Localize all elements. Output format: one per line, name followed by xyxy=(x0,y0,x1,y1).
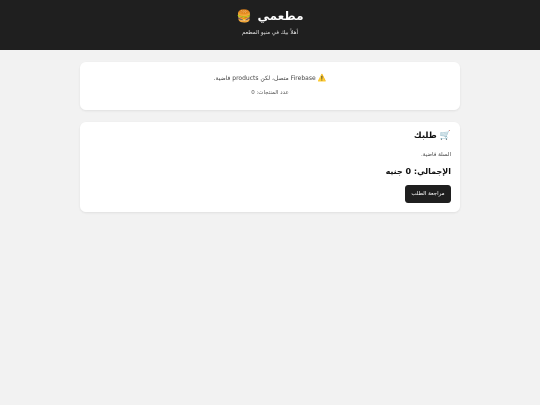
burger-icon: 🍔 xyxy=(236,9,252,23)
order-title: طلبك xyxy=(413,131,437,141)
tagline: أهلاً بيك في منيو المطعم xyxy=(241,30,299,36)
empty-cart-text: السلة فاضية. xyxy=(421,152,451,158)
page-title: مطعمي xyxy=(257,9,304,23)
warning-icon: ⚠️ xyxy=(317,74,327,82)
connection-status: ⚠️ Firebase متصل، لكن products فاضية. xyxy=(80,74,460,82)
cart-icon: 🛒 xyxy=(439,131,451,141)
app-header: مطعمي 🍔 أهلاً بيك في منيو المطعم xyxy=(0,0,540,50)
order-card: 🛒 طلبك السلة فاضية. الإجمالي: 0 جنيه مرا… xyxy=(80,122,460,212)
status-message: Firebase متصل، لكن products فاضية. xyxy=(213,74,316,82)
order-heading: 🛒 طلبك xyxy=(414,131,451,141)
order-total: الإجمالي: 0 جنيه xyxy=(385,167,451,176)
status-card: ⚠️ Firebase متصل، لكن products فاضية. عد… xyxy=(80,62,460,110)
brand: مطعمي 🍔 xyxy=(0,9,540,23)
review-order-button[interactable]: مراجعة الطلب xyxy=(405,185,451,203)
products-count: عدد المنتجات: 0 xyxy=(251,90,289,96)
